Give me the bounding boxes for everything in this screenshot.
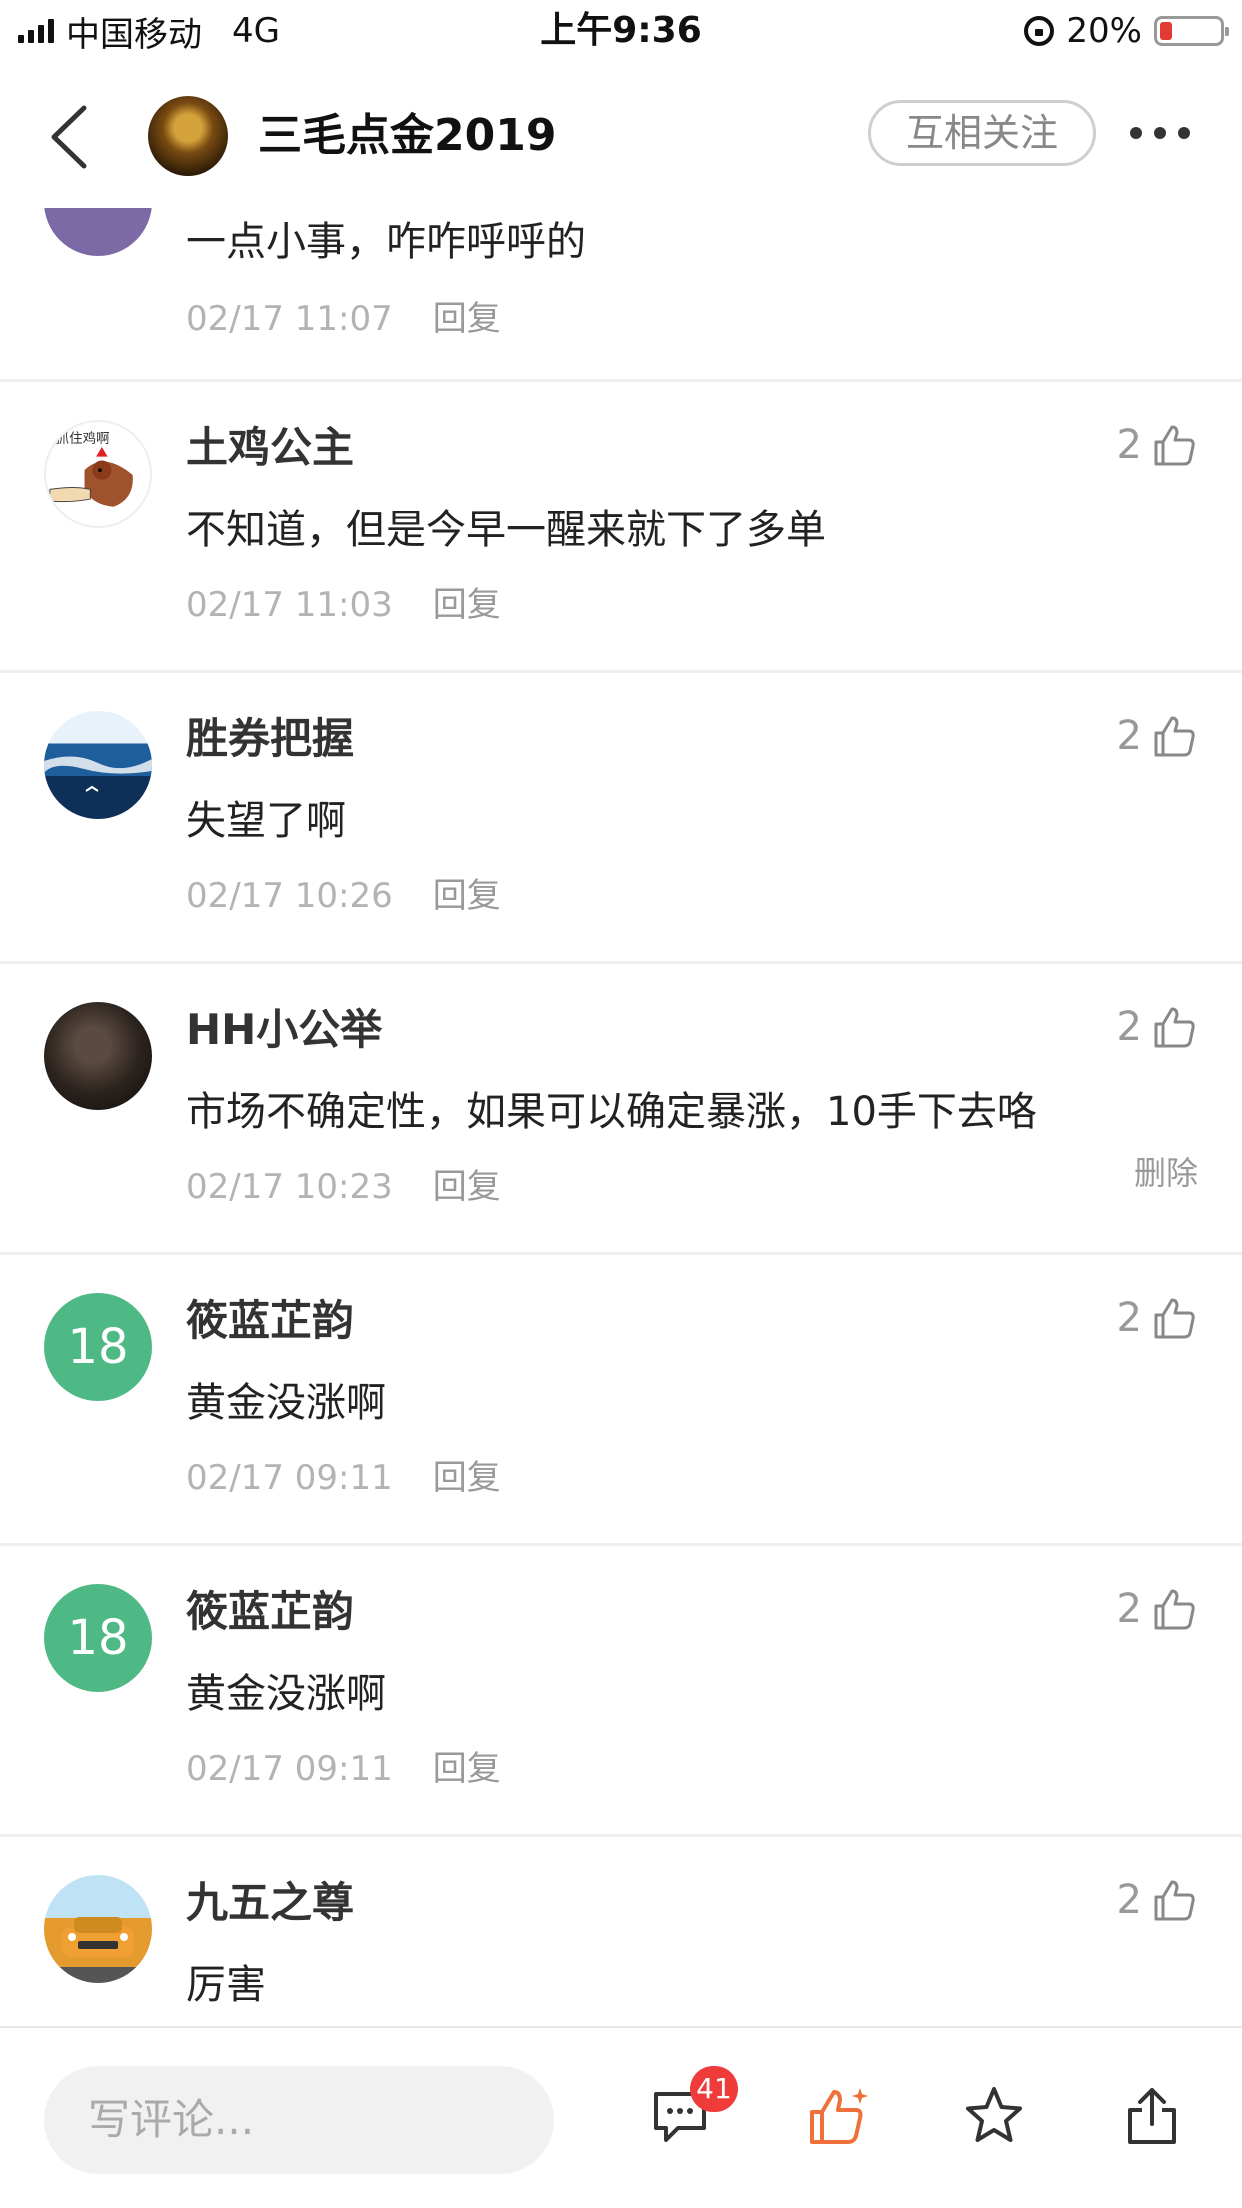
like-count: 2 <box>1116 1004 1142 1050</box>
delete-button[interactable]: 删除 <box>1134 1148 1198 1194</box>
like-button[interactable]: 2 <box>1117 1586 1198 1632</box>
comment-item: 抓住鸡啊 土鸡公主 2 不知道，但是今早一醒来就下了多单 02/17 11:03… <box>0 382 1242 673</box>
reply-button[interactable]: 回复 <box>433 1749 501 1789</box>
reply-button[interactable]: 回复 <box>433 585 501 625</box>
thumbs-up-sparkle-icon <box>810 2088 868 2144</box>
commenter-avatar[interactable] <box>44 1875 152 1983</box>
commenter-name[interactable]: 九五之尊 <box>186 1873 354 1933</box>
like-count: 2 <box>1116 713 1142 759</box>
thumbs-up-icon <box>1152 1877 1198 1923</box>
comment-text: 失望了啊 <box>186 798 346 844</box>
comment-text: 厉害 <box>186 1962 266 2008</box>
like-button[interactable]: 2 <box>1117 1877 1198 1923</box>
car-avatar-image <box>62 1917 134 1957</box>
comment-item: 18 筱蓝芷韵 2 黄金没涨啊 02/17 09:11 回复 <box>0 1255 1242 1546</box>
back-button[interactable] <box>40 102 100 172</box>
reply-button[interactable]: 回复 <box>433 1458 501 1498</box>
like-article-button[interactable] <box>806 2084 870 2148</box>
thumbs-up-icon <box>1152 713 1198 759</box>
comment-input[interactable]: 写评论... <box>44 2066 554 2174</box>
more-dot-icon <box>1130 127 1142 139</box>
share-button[interactable] <box>1120 2084 1184 2148</box>
chicken-avatar-image: 抓住鸡啊 <box>49 430 133 507</box>
comment-text: 一点小事，咋咋呼呼的 <box>186 219 586 265</box>
author-name[interactable]: 三毛点金2019 <box>258 106 556 166</box>
comment-meta: 02/17 10:23 回复 <box>186 1162 501 1212</box>
status-right: 20% <box>1024 8 1229 54</box>
comment-meta: 02/17 09:11 回复 <box>186 1453 501 1503</box>
ocean-avatar-image <box>44 756 152 792</box>
comment-text: 不知道，但是今早一醒来就下了多单 <box>186 507 826 553</box>
like-count: 2 <box>1116 1295 1142 1341</box>
comment-count-badge: 41 <box>690 2066 738 2112</box>
battery-percent: 20% <box>1066 11 1142 51</box>
thumbs-up-icon <box>1152 1004 1198 1050</box>
commenter-avatar[interactable] <box>44 1002 152 1110</box>
like-count: 2 <box>1116 422 1142 468</box>
follow-button[interactable]: 互相关注 <box>868 100 1096 166</box>
comment-time: 02/17 09:11 <box>186 1458 393 1498</box>
like-button[interactable]: 2 <box>1117 1004 1198 1050</box>
comment-time: 02/17 11:07 <box>186 299 393 339</box>
comment-list[interactable]: 一点小事，咋咋呼呼的 02/17 11:07 回复 抓住鸡啊 土鸡公主 2 不知道… <box>0 208 1242 2026</box>
like-button[interactable]: 2 <box>1117 1295 1198 1341</box>
comment-time: 02/17 10:26 <box>186 876 393 916</box>
commenter-name[interactable]: 筱蓝芷韵 <box>186 1291 354 1351</box>
battery-icon <box>1154 16 1229 46</box>
like-button[interactable]: 2 <box>1117 422 1198 468</box>
commenter-avatar[interactable]: 18 <box>44 1584 152 1692</box>
chevron-left-icon <box>51 105 87 169</box>
commenter-name[interactable]: 土鸡公主 <box>186 418 354 478</box>
author-avatar[interactable] <box>148 96 228 176</box>
reply-button[interactable]: 回复 <box>433 876 501 916</box>
share-icon <box>1128 2088 1176 2144</box>
comment-meta: 02/17 11:07 回复 <box>186 294 501 344</box>
commenter-avatar[interactable] <box>44 711 152 819</box>
comment-text: 黄金没涨啊 <box>186 1380 386 1426</box>
like-count: 2 <box>1116 1877 1142 1923</box>
thumbs-up-icon <box>1152 1586 1198 1632</box>
like-count: 2 <box>1116 1586 1142 1632</box>
comment-text: 黄金没涨啊 <box>186 1671 386 1717</box>
rotation-lock-icon <box>1024 16 1055 46</box>
thumbs-up-icon <box>1152 422 1198 468</box>
comment-text: 市场不确定性，如果可以确定暴涨，10手下去咯 <box>186 1089 1037 1135</box>
comment-time: 02/17 11:03 <box>186 585 393 625</box>
star-icon <box>966 2087 1022 2142</box>
commenter-avatar[interactable]: 抓住鸡啊 <box>44 420 152 528</box>
favorite-button[interactable] <box>962 2084 1026 2148</box>
status-bar: 中国移动 4G 上午9:36 20% <box>0 0 1242 62</box>
more-options-button[interactable] <box>1130 118 1198 148</box>
thumbs-up-icon <box>1152 1295 1198 1341</box>
commenter-avatar[interactable]: 18 <box>44 1293 152 1401</box>
commenter-name[interactable]: HH小公举 <box>186 1000 382 1060</box>
reply-button[interactable]: 回复 <box>433 299 501 339</box>
comment-item: 18 筱蓝芷韵 2 黄金没涨啊 02/17 09:11 回复 <box>0 1546 1242 1837</box>
commenter-name[interactable]: 筱蓝芷韵 <box>186 1582 354 1642</box>
comment-time: 02/17 10:23 <box>186 1167 393 1207</box>
avatar-caption: 抓住鸡啊 <box>56 430 110 447</box>
bottom-bar: 写评论... 41 <box>0 2026 1242 2208</box>
comment-time: 02/17 09:11 <box>186 1749 393 1789</box>
comment-item: HH小公举 2 市场不确定性，如果可以确定暴涨，10手下去咯 删除 02/17 … <box>0 964 1242 1255</box>
comment-meta: 02/17 10:26 回复 <box>186 871 501 921</box>
comment-meta: 02/17 09:11 回复 <box>186 1744 501 1794</box>
comment-item: 九五之尊 2 厉害 <box>0 1837 1242 2026</box>
commenter-name[interactable]: 胜券把握 <box>186 709 354 769</box>
commenter-avatar[interactable] <box>44 208 152 256</box>
comment-item: 一点小事，咋咋呼呼的 02/17 11:07 回复 <box>0 208 1242 382</box>
comment-item: 胜券把握 2 失望了啊 02/17 10:26 回复 <box>0 673 1242 964</box>
reply-button[interactable]: 回复 <box>433 1167 501 1207</box>
like-button[interactable]: 2 <box>1117 713 1198 759</box>
comment-meta: 02/17 11:03 回复 <box>186 580 501 630</box>
nav-bar: 三毛点金2019 互相关注 <box>0 62 1242 208</box>
